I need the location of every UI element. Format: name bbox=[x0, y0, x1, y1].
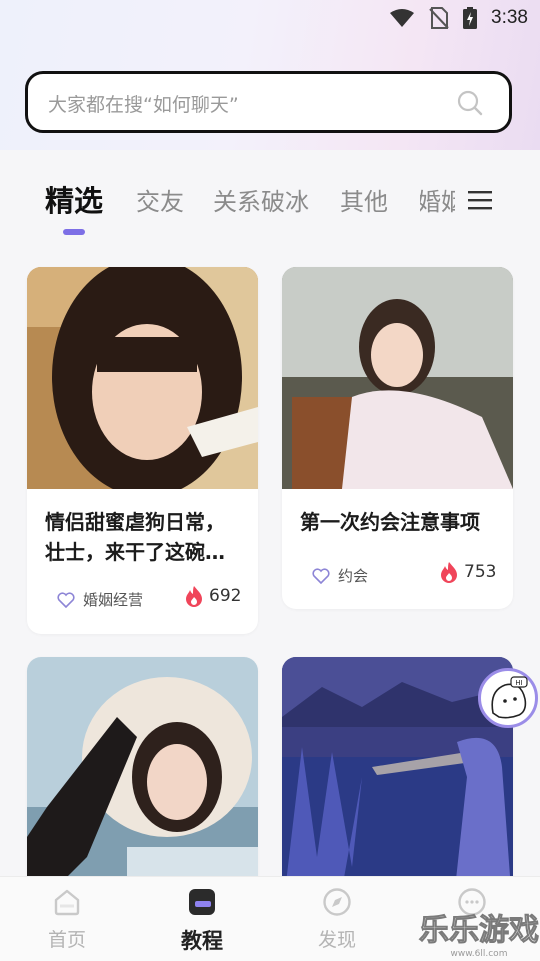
tab-featured[interactable]: 精选 bbox=[45, 178, 103, 220]
watermark-url: www.6ll.com bbox=[451, 949, 508, 959]
nav-home-label: 首页 bbox=[47, 929, 86, 951]
search-placeholder: 大家都在搜“如何聊天” bbox=[48, 94, 239, 116]
tab-friends[interactable]: 交友 bbox=[136, 182, 184, 217]
heart-outline-icon bbox=[57, 591, 75, 608]
bubble-label: HI bbox=[515, 679, 522, 687]
flame-icon bbox=[186, 586, 202, 607]
tab-marriage[interactable]: 婚姻 bbox=[420, 182, 455, 217]
article-tag-label: 婚姻经营 bbox=[83, 591, 144, 609]
article-image bbox=[27, 267, 258, 489]
article-hot-count: 753 bbox=[440, 561, 496, 583]
article-title: 第一次约会注意事项 bbox=[300, 510, 480, 534]
hot-count-value: 753 bbox=[464, 562, 497, 582]
active-tab-indicator bbox=[63, 229, 85, 235]
site-watermark: 乐乐游戏 www.6ll.com bbox=[419, 913, 540, 960]
search-icon[interactable] bbox=[457, 90, 483, 116]
heart-outline-icon bbox=[312, 567, 330, 584]
tab-icebreak[interactable]: 关系破冰 bbox=[213, 182, 309, 217]
nav-tutorial[interactable]: 教程 bbox=[162, 887, 242, 955]
nav-discover[interactable]: 发现 bbox=[297, 887, 377, 952]
article-tag: 婚姻经营 bbox=[57, 589, 143, 610]
article-card[interactable]: 第一次约会注意事项 约会 753 bbox=[282, 267, 513, 609]
article-tag: 约会 bbox=[312, 565, 368, 586]
assistant-floating-button[interactable]: HI bbox=[478, 668, 538, 728]
nav-discover-label: 发现 bbox=[317, 929, 356, 951]
menu-icon[interactable] bbox=[468, 190, 492, 210]
compass-icon bbox=[323, 888, 351, 916]
nav-tutorial-label: 教程 bbox=[181, 929, 223, 953]
article-tag-label: 约会 bbox=[338, 567, 369, 585]
home-icon bbox=[54, 889, 80, 916]
battery-charging-icon bbox=[463, 7, 478, 29]
category-tabs: 精选 交友 关系破冰 其他 婚姻 bbox=[0, 172, 540, 242]
status-bar: 3:38 bbox=[0, 0, 540, 36]
wifi-icon bbox=[390, 9, 415, 27]
tutorial-icon bbox=[189, 889, 215, 915]
article-title: 情侣甜蜜虐狗日常，壮士，来干了这碗… bbox=[45, 510, 225, 564]
hot-count-value: 692 bbox=[209, 586, 242, 606]
status-time: 3:38 bbox=[491, 7, 528, 28]
article-card[interactable]: 情侣甜蜜虐狗日常，壮士，来干了这碗… 婚姻经营 692 bbox=[27, 267, 258, 634]
article-image bbox=[282, 267, 513, 489]
tab-other[interactable]: 其他 bbox=[340, 182, 388, 217]
article-hot-count: 692 bbox=[185, 585, 241, 607]
ghost-mascot-icon: HI bbox=[491, 676, 528, 719]
flame-icon bbox=[441, 562, 457, 583]
watermark-text: 乐乐游戏 bbox=[419, 913, 539, 948]
no-sim-icon bbox=[429, 7, 449, 29]
nav-home[interactable]: 首页 bbox=[27, 887, 107, 952]
search-bar[interactable]: 大家都在搜“如何聊天” bbox=[25, 71, 512, 133]
